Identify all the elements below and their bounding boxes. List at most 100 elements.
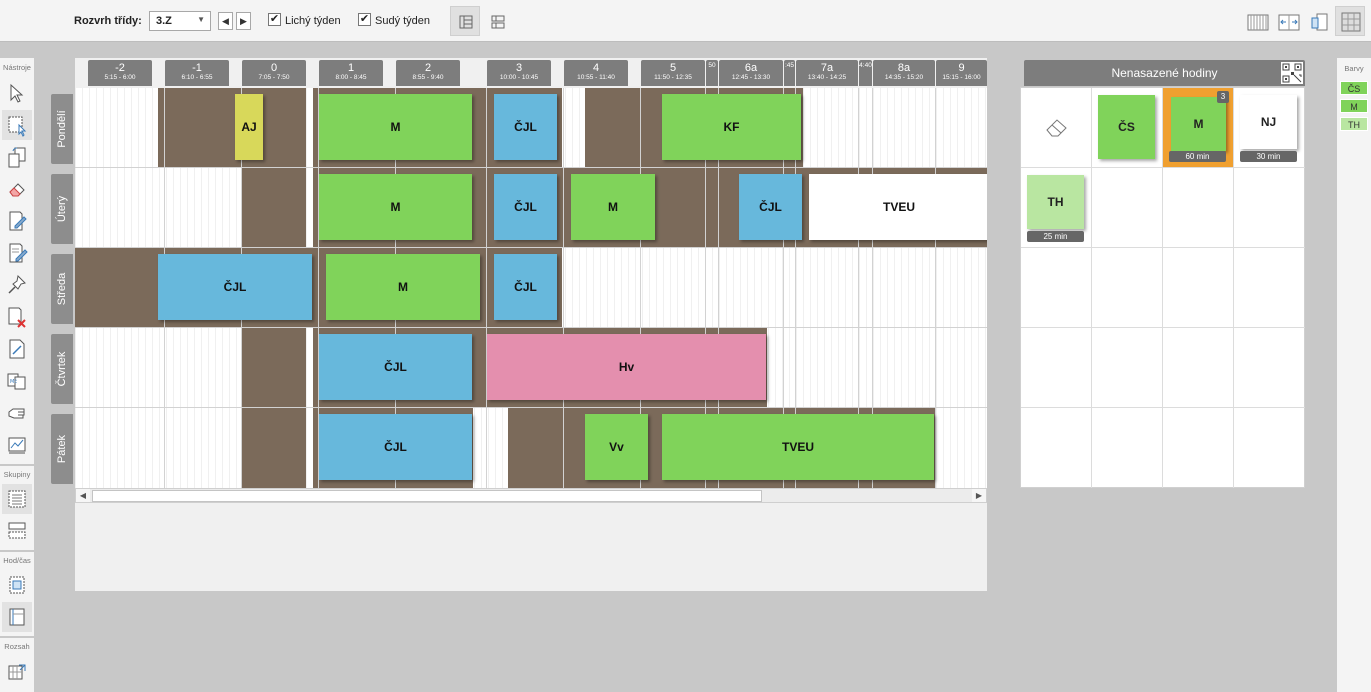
lesson-card[interactable]: M [319, 174, 472, 240]
even-week-checkbox[interactable]: ✔ [358, 13, 371, 26]
statistics-tool-button[interactable] [2, 430, 32, 460]
range-expand-button[interactable] [2, 656, 32, 686]
grid-line [935, 88, 936, 488]
document-view-button[interactable] [1304, 6, 1334, 36]
group-edit-tool-button[interactable]: Mč [2, 366, 32, 396]
lesson-card[interactable]: TVEU [662, 414, 934, 480]
lesson-card[interactable]: M [571, 174, 655, 240]
next-class-button[interactable]: ▶ [236, 12, 251, 30]
move-lesson-tool-button[interactable] [2, 142, 32, 172]
day-tab-tuesday[interactable]: Úterý [51, 174, 73, 244]
lesson-card[interactable]: ČJL [494, 174, 557, 240]
unplaced-cell[interactable]: TH 25 min [1021, 168, 1092, 248]
odd-week-checkbox[interactable]: ✔ [268, 13, 281, 26]
unplaced-cell[interactable]: NJ 30 min [1234, 88, 1305, 168]
resize-columns-button[interactable] [1273, 6, 1303, 36]
grid-view-button[interactable] [1335, 6, 1365, 36]
unplaced-cell[interactable]: ČS [1092, 88, 1163, 168]
period-header[interactable]: 4 10:55 - 11:40 [564, 60, 628, 86]
time-mode-button[interactable] [2, 602, 32, 632]
lesson-card[interactable]: M [319, 94, 472, 160]
unplaced-cell[interactable] [1234, 328, 1305, 408]
color-item[interactable]: TH [1340, 117, 1368, 131]
lesson-card[interactable]: ČJL [494, 94, 557, 160]
unplaced-cell[interactable] [1163, 408, 1234, 488]
unplaced-cell[interactable] [1163, 168, 1234, 248]
unplaced-cell-selected[interactable]: M 3 60 min [1163, 88, 1234, 168]
hand-tool-button[interactable] [2, 398, 32, 428]
lesson-card[interactable]: TVEU [809, 174, 987, 240]
day-tab-friday[interactable]: Pátek [51, 414, 73, 484]
scrollbar-thumb[interactable] [92, 490, 762, 502]
delete-lesson-tool-button[interactable] [2, 302, 32, 332]
edit-lesson-tool-button[interactable] [2, 206, 32, 236]
period-header[interactable]: 4:40 [859, 60, 872, 86]
class-select[interactable]: 3.Z ▼ [149, 11, 211, 31]
period-header[interactable]: :45 [784, 60, 795, 86]
lesson-card[interactable]: ČJL [319, 414, 472, 480]
lesson-card[interactable]: AJ [235, 94, 263, 160]
period-header[interactable]: 2 8:55 - 9:40 [396, 60, 460, 86]
period-header[interactable]: 6a 12:45 - 13:30 [719, 60, 783, 86]
scroll-right-arrow-icon[interactable]: ▶ [972, 489, 986, 502]
lesson-card[interactable]: M [326, 254, 480, 320]
period-header[interactable]: 9 15:15 - 16:00 [936, 60, 987, 86]
unplaced-cell[interactable] [1163, 248, 1234, 328]
period-header[interactable]: -1 6:10 - 6:55 [165, 60, 229, 86]
group-select-button[interactable] [2, 484, 32, 514]
edit-teacher-tool-button[interactable] [2, 238, 32, 268]
period-header[interactable]: 3 10:00 - 10:45 [487, 60, 551, 86]
select-lesson-tool-button[interactable] [2, 110, 32, 140]
unplaced-cell[interactable] [1163, 328, 1234, 408]
scroll-left-arrow-icon[interactable]: ◀ [76, 489, 90, 502]
new-document-tool-button[interactable] [2, 334, 32, 364]
period-header[interactable]: 0 7:05 - 7:50 [242, 60, 306, 86]
eraser-tool-button[interactable] [2, 174, 32, 204]
horizontal-scrollbar[interactable]: ◀ ▶ [75, 488, 987, 503]
unplaced-cell[interactable] [1021, 408, 1092, 488]
day-tab-monday[interactable]: Pondělí [51, 94, 73, 164]
color-item[interactable]: ČS [1340, 81, 1368, 95]
day-tab-thursday[interactable]: Čtvrtek [51, 334, 73, 404]
select-tool-button[interactable] [2, 78, 32, 108]
lesson-card[interactable]: ČJL [319, 334, 472, 400]
lesson-card[interactable]: ČJL [494, 254, 557, 320]
lesson-card[interactable]: ČJL [739, 174, 802, 240]
pin-tool-button[interactable] [2, 270, 32, 300]
qr-code-icon[interactable] [1281, 62, 1303, 84]
period-header[interactable]: 50 [706, 60, 718, 86]
unplaced-lesson-card[interactable]: TH [1027, 175, 1084, 229]
previous-class-button[interactable]: ◀ [218, 12, 233, 30]
unplaced-lesson-card[interactable]: M [1171, 97, 1226, 151]
unplaced-cell[interactable] [1092, 168, 1163, 248]
view-mode-single-button[interactable] [450, 6, 480, 36]
unplaced-cell[interactable] [1092, 408, 1163, 488]
unplaced-lesson-card[interactable]: NJ [1240, 95, 1297, 149]
unplaced-cell[interactable] [1092, 328, 1163, 408]
unplaced-cell[interactable] [1021, 328, 1092, 408]
color-item[interactable]: M [1340, 99, 1368, 113]
unplaced-cell[interactable] [1234, 168, 1305, 248]
lesson-card[interactable]: Hv [487, 334, 766, 400]
period-header[interactable]: -2 5:15 - 6:00 [88, 60, 152, 86]
unplaced-cell[interactable] [1021, 88, 1092, 168]
unplaced-cell[interactable] [1021, 248, 1092, 328]
period-mode-button[interactable] [2, 570, 32, 600]
period-header[interactable]: 7a 13:40 - 14:25 [796, 60, 858, 86]
unplaced-cell[interactable] [1092, 248, 1163, 328]
unplaced-cell[interactable] [1234, 408, 1305, 488]
lesson-card[interactable]: ČJL [158, 254, 312, 320]
group-merge-button[interactable] [2, 516, 32, 546]
timetable-grid[interactable]: AJ M ČJL KF M ČJL M ČJL TVEU ČJL M ČJL Č… [75, 88, 987, 488]
period-header[interactable]: 1 8:00 - 8:45 [319, 60, 383, 86]
unplaced-cell[interactable] [1234, 248, 1305, 328]
day-tab-wednesday[interactable]: Středa [51, 254, 73, 324]
lesson-card[interactable]: Vv [585, 414, 648, 480]
unplaced-lesson-card[interactable]: ČS [1098, 95, 1155, 159]
lesson-card[interactable]: KF [662, 94, 801, 160]
eraser-icon[interactable] [1044, 116, 1070, 138]
period-header[interactable]: 5 11:50 - 12:35 [641, 60, 705, 86]
period-header[interactable]: 8a 14:35 - 15:20 [873, 60, 935, 86]
view-mode-split-button[interactable] [482, 6, 512, 36]
columns-view-button[interactable] [1242, 6, 1272, 36]
